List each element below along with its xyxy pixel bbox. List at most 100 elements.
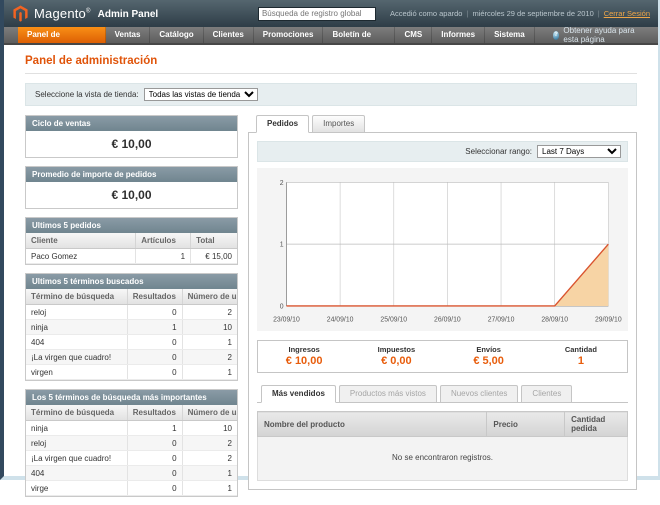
help-icon: ? [553,31,560,40]
col-header-customer: Cliente [26,233,136,249]
dashboard-left-column: Ciclo de ventas € 10,00 Promedio de impo… [25,115,238,505]
svg-text:26/09/10: 26/09/10 [434,317,461,324]
svg-text:2: 2 [280,180,284,187]
col-header-product-name: Nombre del producto [258,412,487,437]
col-header-results: Resultados [127,405,182,421]
col-header-term: Término de búsqueda [26,405,127,421]
last-search-terms-table: Término de búsqueda Resultados Número de… [26,289,237,380]
col-header-uses: Número de usos [182,405,237,421]
trademark-mark: ® [86,9,91,15]
orders-chart-wrap: 0 1 2 23/09/10 24/09/10 25/09/10 26/09/10 27/09… [257,168,628,331]
tab-new-customers[interactable]: Nuevos clientes [440,385,518,403]
range-bar: Seleccionar rango: Last 7 Days [257,141,628,162]
separator: | [598,9,600,18]
nav-spacer [535,27,553,43]
last-orders-box: Ultimos 5 pedidos Cliente Artículos Tota… [25,217,238,265]
table-row[interactable]: ninja 1 10 [26,421,237,436]
magento-m-icon [12,5,29,23]
svg-text:29/09/10: 29/09/10 [595,317,622,324]
current-date: miércoles 29 de septiembre de 2010 [472,9,593,18]
top-search-terms-box: Los 5 términos de búsqueda más important… [25,389,238,497]
tab-amounts[interactable]: Importes [312,115,365,133]
svg-text:28/09/10: 28/09/10 [541,317,568,324]
product-name: Admin Panel [98,9,159,20]
empty-records-message: No se encontraron registros. [258,437,628,481]
tab-most-viewed[interactable]: Productos más vistos [339,385,437,403]
table-row[interactable]: ¡La virgen que cuadro! 0 2 [26,451,237,466]
page-title: Panel de administración [25,55,637,67]
total-tax: Impuestos € 0,00 [350,345,442,367]
chart-tabs: Pedidos Importes [248,115,637,132]
last-search-terms-title: Ultimos 5 términos buscados [26,274,237,289]
lifetime-sales-value: € 10,00 [26,131,237,157]
dashboard-right-column: Pedidos Importes Seleccionar rango: Last… [248,115,637,490]
table-row[interactable]: 404 0 1 [26,466,237,481]
total-revenue: Ingresos € 10,00 [258,345,350,367]
nav-item-cms[interactable]: CMS [395,27,432,43]
svg-text:25/09/10: 25/09/10 [380,317,407,324]
store-view-label: Seleccione la vista de tienda: [35,90,139,99]
table-row[interactable]: virge 0 1 [26,481,237,496]
nav-item-dashboard[interactable]: Panel de administración [18,27,106,43]
bottom-tabs: Más vendidos Productos más vistos Nuevos… [257,385,628,403]
table-row[interactable]: reloj 0 2 [26,305,237,320]
help-label: Obtener ayuda para esta página [563,26,648,44]
svg-text:27/09/10: 27/09/10 [488,317,515,324]
store-view-bar: Seleccione la vista de tienda: Todas las… [25,83,637,106]
top-search-terms-table: Término de búsqueda Resultados Número de… [26,405,237,496]
range-select[interactable]: Last 7 Days [537,145,621,158]
table-row[interactable]: ninja 1 10 [26,320,237,335]
svg-text:23/09/10: 23/09/10 [273,317,300,324]
lifetime-sales-title: Ciclo de ventas [26,116,237,131]
range-label: Seleccionar rango: [465,147,532,156]
nav-item-system[interactable]: Sistema [485,27,535,43]
table-row[interactable]: virgen 0 1 [26,365,237,380]
average-orders-title: Promedio de importe de pedidos [26,167,237,182]
table-row[interactable]: reloj 0 2 [26,436,237,451]
average-orders-box: Promedio de importe de pedidos € 10,00 [25,166,238,209]
svg-text:1: 1 [280,242,284,249]
title-divider [25,73,637,74]
svg-text:0: 0 [280,303,284,310]
store-view-select[interactable]: Todas las vistas de tienda [144,88,258,101]
global-search-input[interactable] [258,7,376,21]
totals-bar: Ingresos € 10,00 Impuestos € 0,00 Envíos… [257,340,628,373]
col-header-qty-ordered: Cantidad pedida [565,412,628,437]
orders-chart: 0 1 2 23/09/10 24/09/10 25/09/10 26/09/10 27/09… [259,173,626,331]
order-customer: Paco Gomez [26,249,136,264]
top-header: Magento® Admin Panel Accedió como apardo… [4,0,658,27]
order-items: 1 [136,249,191,264]
magento-logo: Magento® Admin Panel [12,5,158,23]
last-orders-table: Cliente Artículos Total Paco Gomez 1 € 1… [26,233,237,264]
nav-item-customers[interactable]: Clientes [204,27,254,43]
separator: | [466,9,468,18]
nav-item-promotions[interactable]: Promociones [254,27,324,43]
nav-item-newsletter[interactable]: Boletín de noticias [323,27,395,43]
last-search-terms-box: Ultimos 5 términos buscados Término de b… [25,273,238,381]
logout-link[interactable]: Cerrar Sesión [604,9,650,18]
col-header-results: Resultados [127,289,182,305]
logged-in-as: Accedió como apardo [390,9,463,18]
nav-item-reports[interactable]: Informes [432,27,485,43]
main-nav: Panel de administración Ventas Catálogo … [4,27,658,45]
bestsellers-table: Nombre del producto Precio Cantidad pedi… [257,411,628,481]
nav-item-catalog[interactable]: Catálogo [150,27,203,43]
top-search-terms-title: Los 5 términos de búsqueda más important… [26,390,237,405]
brand-name: Magento® [34,6,91,21]
table-row[interactable]: Paco Gomez 1 € 15,00 [26,249,237,264]
dashboard-panel: Seleccionar rango: Last 7 Days 0 1 2 23/09/… [248,132,637,490]
table-row[interactable]: 404 0 1 [26,335,237,350]
get-help-link[interactable]: ? Obtener ayuda para esta página [553,27,658,43]
tab-customers[interactable]: Clientes [521,385,572,403]
tab-bestsellers[interactable]: Más vendidos [261,385,336,403]
nav-item-sales[interactable]: Ventas [106,27,151,43]
last-orders-title: Ultimos 5 pedidos [26,218,237,233]
lifetime-sales-box: Ciclo de ventas € 10,00 [25,115,238,158]
total-shipping: Envíos € 5,00 [443,345,535,367]
svg-text:24/09/10: 24/09/10 [327,317,354,324]
table-row[interactable]: ¡La virgen que cuadro! 0 2 [26,350,237,365]
header-user-info: Accedió como apardo | miércoles 29 de se… [390,9,650,18]
col-header-items: Artículos [136,233,191,249]
tab-orders[interactable]: Pedidos [256,115,309,133]
order-total: € 15,00 [191,249,237,264]
